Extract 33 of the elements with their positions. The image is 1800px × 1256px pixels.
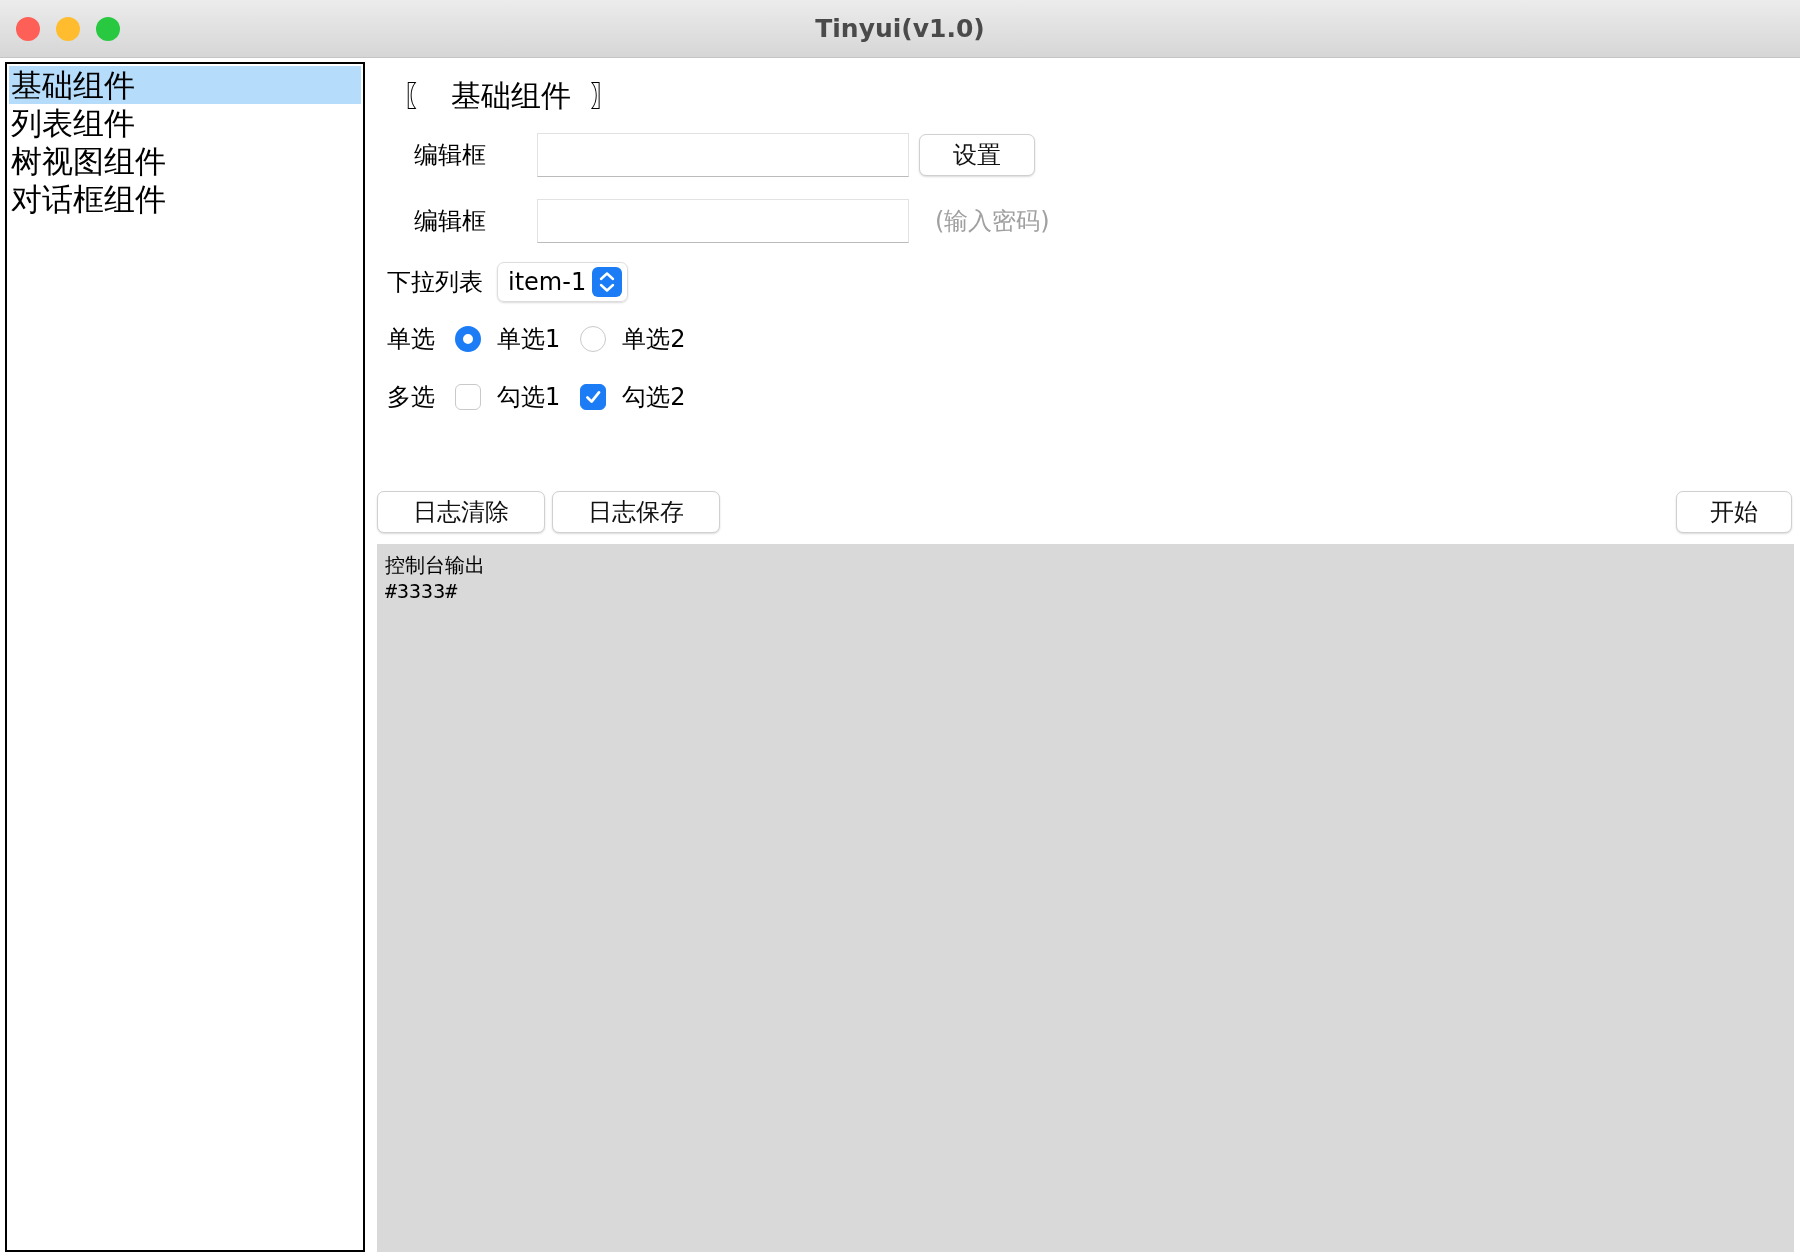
sidebar-item[interactable]: 列表组件: [9, 104, 361, 142]
radio-group-label: 单选: [387, 324, 435, 355]
dropdown[interactable]: item-1: [497, 262, 629, 302]
checkbox-group-label: 多选: [387, 382, 435, 413]
maximize-icon[interactable]: [96, 17, 120, 41]
radio-button[interactable]: [455, 326, 481, 352]
hint-text: (输入密码): [934, 206, 1050, 237]
minimize-icon[interactable]: [56, 17, 80, 41]
input-field[interactable]: [537, 199, 909, 243]
sidebar-item[interactable]: 对话框组件: [9, 180, 361, 218]
section-heading: 〖 基础组件 〗: [401, 77, 622, 115]
radio-label: 单选1: [497, 324, 561, 355]
window-title: Tinyui(v1.0): [815, 14, 985, 43]
field-label: 编辑框: [413, 140, 487, 171]
dropdown-label: 下拉列表: [387, 267, 483, 298]
checkbox-label: 勾选1: [497, 382, 561, 413]
checkbox[interactable]: [580, 384, 607, 410]
field-label: 编辑框: [413, 206, 487, 237]
start-button[interactable]: 开始: [1676, 491, 1792, 533]
sidebar-item[interactable]: 基础组件: [9, 66, 361, 104]
console-line: 控制台输出: [385, 552, 486, 578]
input-field[interactable]: [537, 133, 909, 177]
chevron-icon: [592, 267, 623, 297]
checkbox[interactable]: [455, 384, 481, 410]
radio-button[interactable]: [580, 326, 607, 352]
close-icon[interactable]: [16, 17, 40, 41]
checkbox-label: 勾选2: [622, 382, 686, 413]
console-line: #3333#: [385, 578, 459, 604]
set-button[interactable]: 设置: [919, 134, 1035, 176]
radio-label: 单选2: [622, 324, 686, 355]
log-button[interactable]: 日志清除: [377, 491, 545, 533]
log-button[interactable]: 日志保存: [552, 491, 720, 533]
sidebar-item[interactable]: 树视图组件: [9, 142, 361, 180]
